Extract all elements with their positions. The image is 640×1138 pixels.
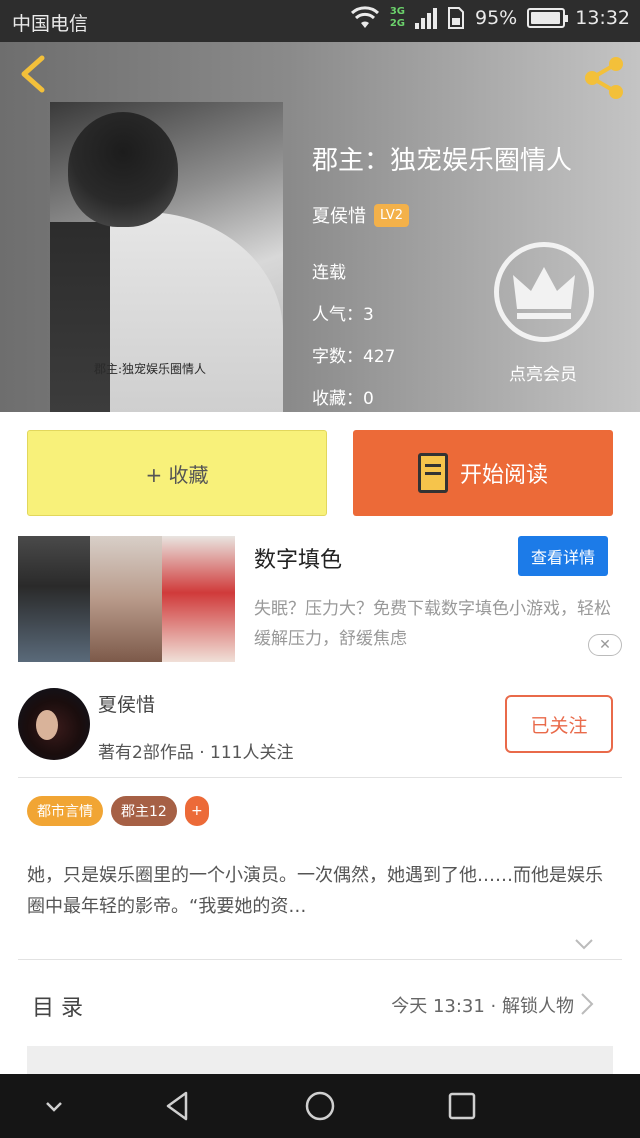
ad-image[interactable] <box>18 536 235 662</box>
clock: 13:32 <box>575 7 630 29</box>
battery-icon <box>527 8 569 28</box>
ad-close-button[interactable]: ✕ <box>588 634 622 656</box>
book-header: 郡主:独宠娱乐圈情人 郡主：独宠娱乐圈情人 夏侯惜 LV2 连载 人气：3 字数… <box>0 42 640 412</box>
sim-icon <box>448 7 464 29</box>
book-cover: 郡主:独宠娱乐圈情人 <box>50 102 283 412</box>
hide-nav-chevron-down-icon[interactable] <box>38 1090 70 1122</box>
add-tag-button[interactable]: + <box>184 796 209 826</box>
toc-label: 目 录 <box>32 996 83 1021</box>
word-count: 字数：427 <box>312 347 396 367</box>
book-icon <box>417 453 448 493</box>
tag-keyword[interactable]: 郡主12 <box>111 796 177 826</box>
share-button[interactable] <box>580 54 628 102</box>
serial-status: 连载 <box>312 263 346 283</box>
author-card-name[interactable]: 夏侯惜 <box>98 690 155 717</box>
tag-list: 都市言情 郡主12 + <box>27 796 209 826</box>
vip-button[interactable] <box>494 242 594 342</box>
expand-synopsis-chevron-down-icon[interactable] <box>574 938 594 950</box>
start-reading-label: 开始阅读 <box>459 463 548 488</box>
divider <box>18 959 622 960</box>
cover-title: 郡主:独宠娱乐圈情人 <box>94 362 207 376</box>
divider <box>18 777 622 778</box>
battery-fill <box>531 12 561 24</box>
ad-detail-button[interactable]: 查看详情 <box>518 536 608 576</box>
author-name[interactable]: 夏侯惜 <box>312 202 366 228</box>
status-bar: 中国电信 3G 2G 95% 13:32 <box>0 0 640 42</box>
synopsis[interactable]: 她，只是娱乐圈里的一个小演员。一次偶然，她遇到了他……而他是娱乐圈中最年轻的影帝… <box>27 860 617 922</box>
carrier-label: 中国电信 <box>12 13 89 35</box>
follow-button[interactable]: 已关注 <box>505 695 613 753</box>
book-title: 郡主：独宠娱乐圈情人 <box>312 146 573 176</box>
recents-square-icon[interactable] <box>446 1090 478 1122</box>
back-triangle-icon[interactable] <box>162 1090 194 1122</box>
favorite-count: 收藏：0 <box>312 389 374 409</box>
home-circle-icon[interactable] <box>304 1090 336 1122</box>
chevron-right-icon <box>581 993 594 1015</box>
ad-description: 失眠？压力大？免费下载数字填色小游戏，轻松缓解压力，舒缓焦虑 <box>254 599 611 649</box>
popularity: 人气：3 <box>312 305 374 325</box>
battery-percent: 95% <box>475 7 518 29</box>
vip-label[interactable]: 点亮会员 <box>495 360 591 385</box>
tag-genre[interactable]: 都市言情 <box>27 796 103 826</box>
back-button[interactable] <box>14 54 54 94</box>
system-nav-bar <box>0 1074 640 1138</box>
author-avatar[interactable] <box>18 688 90 760</box>
author-row: 夏侯惜 LV2 <box>312 202 409 228</box>
ad-title[interactable]: 数字填色 <box>254 542 342 574</box>
author-level-badge: LV2 <box>374 203 409 227</box>
network-type-badge: 3G 2G <box>389 6 405 29</box>
toc-latest-update: 今天 13:31 · 解锁人物 <box>391 996 574 1017</box>
add-favorite-button[interactable]: + 收藏 <box>27 430 327 516</box>
signal-icon <box>415 8 437 29</box>
book-detail-content: + 收藏 开始阅读 数字填色 查看详情 失眠？压力大？免费下载数字填色小游戏，轻… <box>0 412 640 1074</box>
table-of-contents-row[interactable]: 目 录 今天 13:31 · 解锁人物 <box>0 962 640 1048</box>
share-icon <box>585 57 623 99</box>
start-reading-button[interactable]: 开始阅读 <box>353 430 613 516</box>
status-icons: 3G 2G 95% 13:32 <box>350 6 630 30</box>
crown-icon <box>513 267 575 319</box>
wifi-icon <box>350 6 379 28</box>
author-stats: 著有2部作品 · 111人关注 <box>98 743 294 763</box>
next-section-strip <box>27 1046 613 1074</box>
chevron-left-icon <box>21 55 45 93</box>
